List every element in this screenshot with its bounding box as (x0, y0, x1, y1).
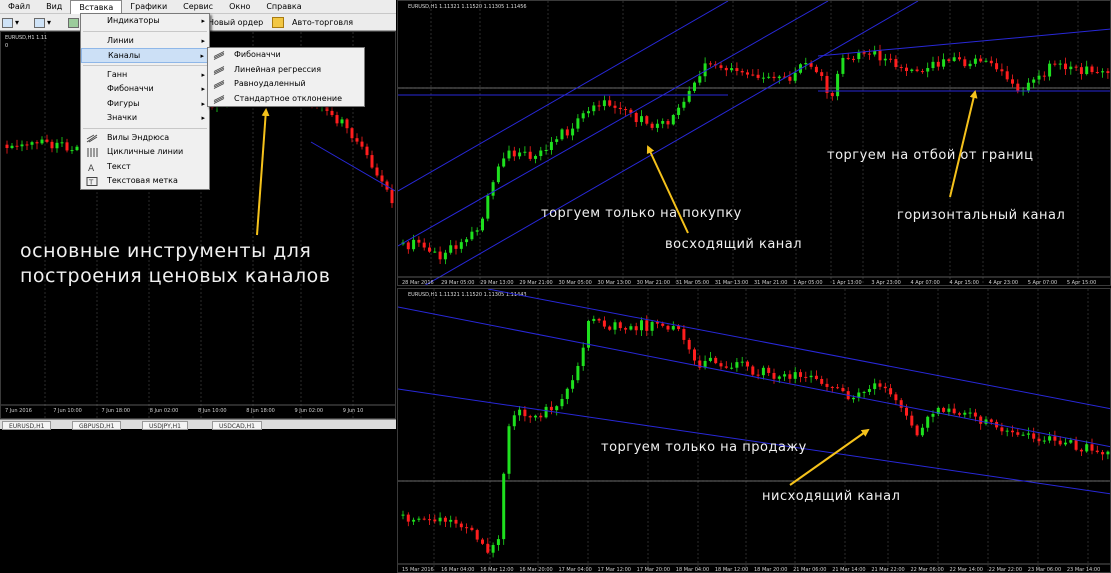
arrow-to-horizontal-channel-icon (949, 90, 978, 198)
sell-only-note: торгуем только на продажу (601, 440, 807, 455)
bounce-note: торгуем на отбой от границ (827, 148, 1034, 163)
descending-channel-note: нисходящий канал (762, 489, 901, 504)
horizontal-channel-note: горизонтальный канал (897, 208, 1066, 223)
screenshot-root: Файл Вид Вставка Графики Сервис Окно Справка ▾… (0, 0, 1111, 573)
arrow-to-descending-channel-icon (789, 428, 870, 486)
ascending-channel-note: восходящий канал (665, 237, 803, 252)
main-tools-note-line1: основные инструменты для (20, 240, 312, 262)
arrow-to-menu-icon (256, 108, 270, 236)
main-tools-note-line2: построения ценовых каналов (20, 265, 331, 287)
buy-only-note: торгуем только на покупку (541, 206, 742, 221)
